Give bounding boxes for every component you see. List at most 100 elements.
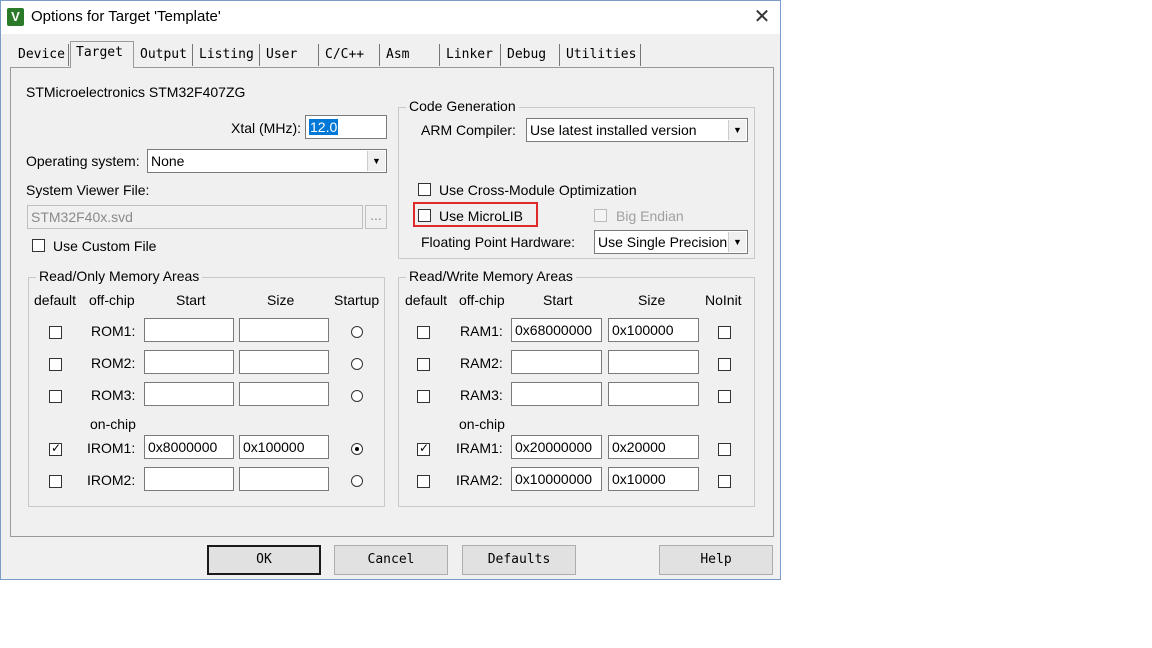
ram-noinit-checkbox[interactable] <box>718 475 731 488</box>
radio-dot-icon <box>355 447 359 451</box>
rom-header-size: Size <box>267 292 295 308</box>
rom-row-label: IROM2: <box>87 472 136 488</box>
help-button[interactable]: Help <box>659 545 773 575</box>
big-endian-label: Big Endian <box>616 208 684 224</box>
checkmark-icon: ✓ <box>51 441 62 455</box>
ram-group-title: Read/Write Memory Areas <box>406 268 576 284</box>
ram-default-checkbox[interactable] <box>417 326 430 339</box>
ram-noinit-checkbox[interactable] <box>718 358 731 371</box>
rom-default-checkbox[interactable] <box>49 358 62 371</box>
tab-c-cpp[interactable]: C/C++ <box>320 44 380 66</box>
ram-row-label: RAM3: <box>460 387 503 403</box>
cancel-button[interactable]: Cancel <box>334 545 448 575</box>
rom-start-input[interactable] <box>144 467 234 491</box>
ram-start-input[interactable] <box>511 350 602 374</box>
cross-module-optimization-checkbox[interactable] <box>418 183 431 196</box>
ram-row-label: IRAM2: <box>456 472 503 488</box>
ram-default-checkbox[interactable] <box>417 475 430 488</box>
ram-start-input[interactable]: 0x10000000 <box>511 467 602 491</box>
rom-size-input[interactable] <box>239 382 329 406</box>
svd-browse-button: ... <box>365 205 387 229</box>
rom-group-title: Read/Only Memory Areas <box>36 268 203 284</box>
close-icon[interactable]: ✕ <box>745 1 779 34</box>
rom-header-offchip: off-chip <box>89 292 135 308</box>
rom-start-input[interactable] <box>144 318 234 342</box>
ram-header-default: default <box>405 292 448 308</box>
arm-compiler-select[interactable]: Use latest installed version ▼ <box>526 118 748 142</box>
ram-default-checkbox[interactable] <box>417 390 430 403</box>
use-custom-file-label: Use Custom File <box>53 238 157 254</box>
rom-size-input[interactable]: 0x100000 <box>239 435 329 459</box>
chevron-down-icon: ▼ <box>728 232 746 252</box>
ram-header-start: Start <box>543 292 573 308</box>
xtal-input[interactable]: 12.0 <box>305 115 387 139</box>
keil-app-icon: V <box>7 8 24 26</box>
tab-output[interactable]: Output <box>135 44 193 66</box>
rom-size-input[interactable] <box>239 467 329 491</box>
checkmark-icon: ✓ <box>419 441 430 455</box>
ram-row-label: RAM2: <box>460 355 503 371</box>
ram-noinit-checkbox[interactable] <box>718 390 731 403</box>
ram-size-input[interactable] <box>608 382 699 406</box>
rom-startup-radio[interactable] <box>351 358 363 370</box>
ram-size-input[interactable]: 0x20000 <box>608 435 699 459</box>
ram-header-offchip: off-chip <box>459 292 505 308</box>
fpu-value: Use Single Precision <box>598 234 728 250</box>
rom-size-input[interactable] <box>239 318 329 342</box>
tab-target[interactable]: Target <box>70 41 134 68</box>
rom-start-input[interactable] <box>144 350 234 374</box>
microlib-highlight-box <box>413 202 538 227</box>
os-select[interactable]: None ▼ <box>147 149 387 173</box>
defaults-button[interactable]: Defaults <box>462 545 576 575</box>
rom-start-input[interactable] <box>144 382 234 406</box>
tab-user[interactable]: User <box>261 44 319 66</box>
fpu-label: Floating Point Hardware: <box>421 234 576 250</box>
tab-debug[interactable]: Debug <box>502 44 560 66</box>
xtal-value: 12.0 <box>309 119 339 135</box>
ram-size-input[interactable]: 0x10000 <box>608 467 699 491</box>
ram-noinit-checkbox[interactable] <box>718 443 731 456</box>
rom-default-checkbox[interactable]: ✓ <box>49 441 62 456</box>
rom-size-input[interactable] <box>239 350 329 374</box>
device-name: STMicroelectronics STM32F407ZG <box>26 84 246 100</box>
fpu-select[interactable]: Use Single Precision ▼ <box>594 230 748 254</box>
rom-default-checkbox[interactable] <box>49 390 62 403</box>
tab-linker[interactable]: Linker <box>441 44 501 66</box>
tab-listing[interactable]: Listing <box>194 44 260 66</box>
rom-row-label: ROM3: <box>91 387 136 403</box>
tab-device[interactable]: Device <box>13 44 69 66</box>
rom-row-label: IROM1: <box>87 440 136 456</box>
ok-button[interactable]: OK <box>207 545 321 575</box>
ram-row-label: RAM1: <box>460 323 503 339</box>
rom-startup-radio[interactable] <box>351 390 363 402</box>
rom-onchip-label: on-chip <box>90 416 136 432</box>
ram-noinit-checkbox[interactable] <box>718 326 731 339</box>
rom-default-checkbox[interactable] <box>49 475 62 488</box>
ram-start-input[interactable] <box>511 382 602 406</box>
rom-default-checkbox[interactable] <box>49 326 62 339</box>
tab-asm[interactable]: Asm <box>381 44 440 66</box>
rom-row-label: ROM1: <box>91 323 136 339</box>
use-custom-file-checkbox[interactable] <box>32 239 45 252</box>
rom-header-default: default <box>34 292 77 308</box>
cross-module-optimization-label: Use Cross-Module Optimization <box>439 182 637 198</box>
rom-startup-radio[interactable] <box>351 475 363 487</box>
tab-utilities[interactable]: Utilities <box>561 44 641 66</box>
svd-file-field: STM32F40x.svd <box>27 205 363 229</box>
ram-header-noinit: NoInit <box>705 292 742 308</box>
title-bar: V Options for Target 'Template' ✕ <box>1 1 780 34</box>
ram-onchip-label: on-chip <box>459 416 505 432</box>
rom-start-input[interactable]: 0x8000000 <box>144 435 234 459</box>
rom-row-label: ROM2: <box>91 355 136 371</box>
rom-header-startup: Startup <box>334 292 380 308</box>
ram-size-input[interactable] <box>608 350 699 374</box>
ram-start-input[interactable]: 0x68000000 <box>511 318 602 342</box>
ram-default-checkbox[interactable]: ✓ <box>417 441 430 456</box>
rom-startup-radio[interactable] <box>351 326 363 338</box>
rom-startup-radio[interactable] <box>351 443 363 455</box>
ram-default-checkbox[interactable] <box>417 358 430 371</box>
rom-header-start: Start <box>176 292 206 308</box>
options-dialog: V Options for Target 'Template' ✕ Device… <box>0 0 781 580</box>
ram-start-input[interactable]: 0x20000000 <box>511 435 602 459</box>
ram-size-input[interactable]: 0x100000 <box>608 318 699 342</box>
